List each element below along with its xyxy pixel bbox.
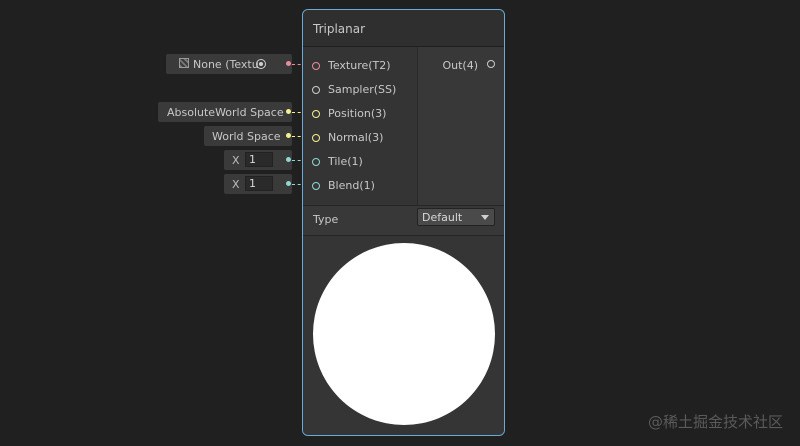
blend-slot[interactable]: X 1 bbox=[224, 174, 292, 194]
preview-sphere bbox=[313, 243, 495, 425]
normal-slot-port[interactable] bbox=[286, 133, 291, 138]
position-space-slot[interactable]: AbsoluteWorld Space bbox=[158, 102, 292, 122]
output-port-icon[interactable] bbox=[487, 60, 495, 68]
normal-space-slot[interactable]: World Space bbox=[204, 126, 292, 146]
input-port-sampler[interactable]: Sampler(SS) bbox=[303, 83, 417, 99]
tile-axis-label: X bbox=[232, 154, 240, 167]
watermark: @稀土掘金技术社区 bbox=[647, 413, 783, 431]
blend-port-icon[interactable] bbox=[312, 182, 320, 190]
input-port-label: Normal(3) bbox=[328, 131, 384, 144]
dropdown-arrow-icon bbox=[481, 215, 489, 220]
normal-port-icon[interactable] bbox=[312, 134, 320, 142]
texture-slot[interactable]: None (Textu bbox=[166, 54, 292, 74]
input-port-texture[interactable]: Texture(T2) bbox=[303, 59, 417, 75]
position-space-value: AbsoluteWorld Space bbox=[167, 106, 284, 119]
input-port-normal[interactable]: Normal(3) bbox=[303, 131, 417, 147]
blend-axis-label: X bbox=[232, 178, 240, 191]
texture-slot-port[interactable] bbox=[286, 61, 291, 66]
type-label: Type bbox=[313, 213, 339, 226]
input-port-label: Position(3) bbox=[328, 107, 387, 120]
input-port-label: Blend(1) bbox=[328, 179, 375, 192]
object-picker-icon[interactable] bbox=[256, 59, 266, 69]
blend-slot-port[interactable] bbox=[286, 181, 291, 186]
input-ports: Texture(T2) Sampler(SS) Position(3) Norm… bbox=[303, 47, 418, 205]
input-port-label: Sampler(SS) bbox=[328, 83, 397, 96]
tile-port-icon[interactable] bbox=[312, 158, 320, 166]
sampler-port-icon[interactable] bbox=[312, 86, 320, 94]
type-dropdown[interactable]: Default bbox=[417, 208, 495, 226]
position-port-icon[interactable] bbox=[312, 110, 320, 118]
node-title: Triplanar bbox=[313, 22, 366, 36]
input-port-tile[interactable]: Tile(1) bbox=[303, 155, 417, 171]
texture-slot-value: None (Textu bbox=[193, 58, 259, 71]
triplanar-node[interactable]: Triplanar Texture(T2) Sampler(SS) Positi… bbox=[302, 9, 505, 436]
texture-icon bbox=[179, 58, 189, 68]
tile-input[interactable]: 1 bbox=[245, 152, 273, 167]
texture-port-icon[interactable] bbox=[312, 62, 320, 70]
input-port-blend[interactable]: Blend(1) bbox=[303, 179, 417, 195]
input-port-position[interactable]: Position(3) bbox=[303, 107, 417, 123]
position-slot-port[interactable] bbox=[286, 109, 291, 114]
input-port-label: Texture(T2) bbox=[328, 59, 391, 72]
blend-input[interactable]: 1 bbox=[245, 176, 273, 191]
type-dropdown-value: Default bbox=[422, 211, 463, 224]
divider bbox=[303, 205, 504, 206]
tile-slot[interactable]: X 1 bbox=[224, 150, 292, 170]
output-port-label: Out(4) bbox=[442, 59, 478, 72]
preview-panel[interactable] bbox=[303, 236, 504, 435]
node-header[interactable]: Triplanar bbox=[303, 10, 504, 47]
normal-space-value: World Space bbox=[212, 130, 281, 143]
input-port-label: Tile(1) bbox=[328, 155, 363, 168]
output-ports: Out(4) bbox=[418, 47, 504, 205]
tile-slot-port[interactable] bbox=[286, 157, 291, 162]
